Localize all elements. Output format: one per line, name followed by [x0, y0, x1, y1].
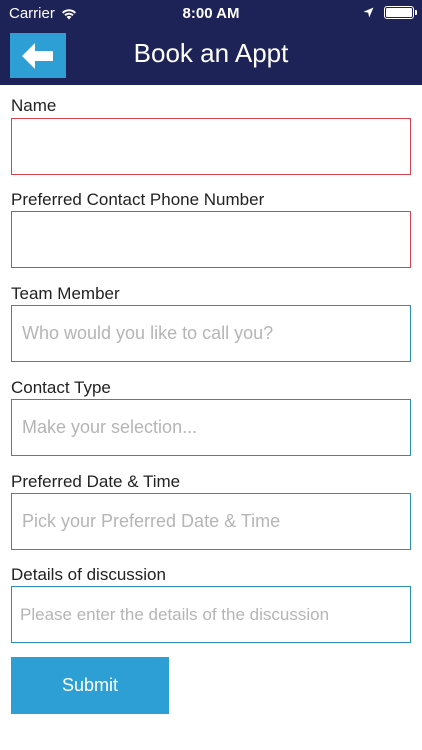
phone-label: Preferred Contact Phone Number: [11, 190, 265, 209]
submit-button[interactable]: Submit: [11, 657, 169, 714]
contact-type-label: Contact Type: [11, 378, 111, 397]
contact-type-field[interactable]: [11, 399, 411, 456]
status-bar: Carrier 8:00 AM: [0, 0, 422, 28]
page-title: Book an Appt: [133, 38, 289, 68]
date-time-field[interactable]: [11, 493, 411, 550]
team-member-label: Team Member: [11, 284, 120, 303]
details-label: Details of discussion: [11, 565, 166, 584]
status-right: [363, 6, 417, 19]
name-label: Name: [11, 96, 57, 115]
battery-icon: [384, 6, 417, 19]
name-field[interactable]: [11, 118, 411, 175]
location-arrow-icon: [363, 7, 374, 18]
phone-field[interactable]: [11, 211, 411, 268]
status-time: 8:00 AM: [182, 5, 240, 22]
team-member-field[interactable]: [11, 305, 411, 362]
details-field[interactable]: [11, 586, 411, 643]
app-header: Carrier 8:00 AM Book an Appt: [0, 0, 422, 85]
date-time-label: Preferred Date & Time: [11, 472, 181, 491]
